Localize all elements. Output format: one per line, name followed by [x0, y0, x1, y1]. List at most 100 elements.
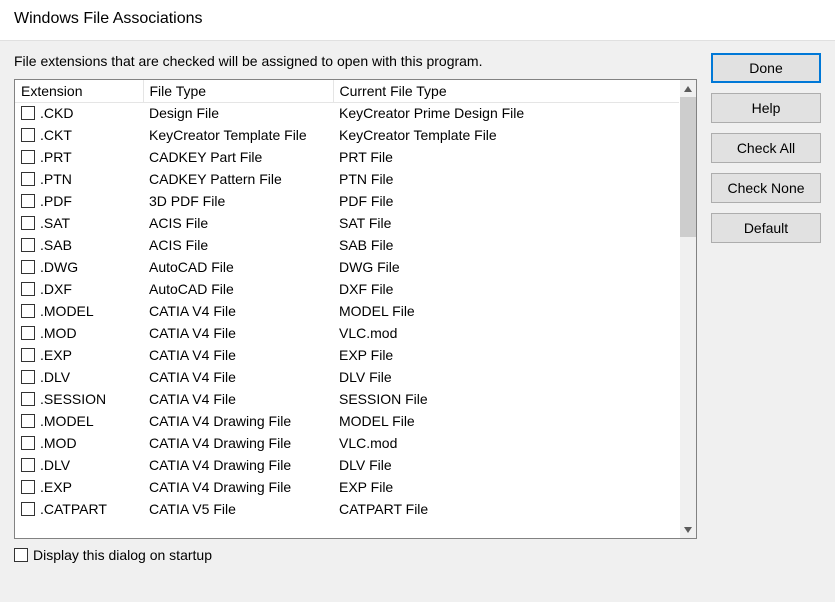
check-all-button[interactable]: Check All	[711, 133, 821, 163]
extension-text: .PDF	[40, 193, 72, 209]
current-file-type-text: SESSION File	[333, 388, 679, 410]
file-type-text: ACIS File	[143, 234, 333, 256]
current-file-type-text: KeyCreator Template File	[333, 124, 679, 146]
table-row[interactable]: .CKT KeyCreator Template FileKeyCreator T…	[15, 124, 679, 146]
current-file-type-text: DLV File	[333, 366, 679, 388]
file-type-text: CADKEY Part File	[143, 146, 333, 168]
extension-text: .PTN	[40, 171, 72, 187]
scroll-up-icon[interactable]	[680, 80, 696, 97]
current-file-type-text: PDF File	[333, 190, 679, 212]
row-checkbox[interactable]	[21, 282, 35, 296]
file-type-text: CATIA V4 File	[143, 344, 333, 366]
vertical-scrollbar[interactable]	[679, 80, 696, 538]
row-checkbox[interactable]	[21, 260, 35, 274]
table-row[interactable]: .PRT CADKEY Part FilePRT File	[15, 146, 679, 168]
row-checkbox[interactable]	[21, 194, 35, 208]
row-checkbox[interactable]	[21, 172, 35, 186]
extension-text: .MODEL	[40, 413, 94, 429]
row-checkbox[interactable]	[21, 326, 35, 340]
table-row[interactable]: .DWGAutoCAD FileDWG File	[15, 256, 679, 278]
check-none-button[interactable]: Check None	[711, 173, 821, 203]
table-row[interactable]: .SAB ACIS FileSAB File	[15, 234, 679, 256]
startup-checkbox[interactable]	[14, 548, 28, 562]
row-checkbox[interactable]	[21, 370, 35, 384]
current-file-type-text: PRT File	[333, 146, 679, 168]
dialog-title: Windows File Associations	[0, 0, 835, 40]
table-row[interactable]: .CKD Design FileKeyCreator Prime Design F…	[15, 102, 679, 124]
scroll-track[interactable]	[680, 97, 696, 521]
extension-text: .MOD	[40, 325, 77, 341]
table-row[interactable]: .MODCATIA V4 FileVLC.mod	[15, 322, 679, 344]
scroll-thumb[interactable]	[680, 97, 696, 237]
file-type-text: AutoCAD File	[143, 278, 333, 300]
extension-text: .SESSION	[40, 391, 106, 407]
column-header-file-type[interactable]: File Type	[143, 80, 333, 102]
scroll-down-icon[interactable]	[680, 521, 696, 538]
table-row[interactable]: .PTNCADKEY Pattern FilePTN File	[15, 168, 679, 190]
file-type-text: KeyCreator Template File	[143, 124, 333, 146]
file-type-text: Design File	[143, 102, 333, 124]
file-type-text: CATIA V4 File	[143, 388, 333, 410]
row-checkbox[interactable]	[21, 458, 35, 472]
file-type-text: 3D PDF File	[143, 190, 333, 212]
row-checkbox[interactable]	[21, 150, 35, 164]
table-row[interactable]: .PDF 3D PDF FilePDF File	[15, 190, 679, 212]
help-button[interactable]: Help	[711, 93, 821, 123]
extension-text: .PRT	[40, 149, 72, 165]
table-header-row: Extension File Type Current File Type	[15, 80, 679, 102]
extension-text: .CKT	[40, 127, 72, 143]
table-row[interactable]: .SATACIS FileSAT File	[15, 212, 679, 234]
table-row[interactable]: .DLVCATIA V4 Drawing FileDLV File	[15, 454, 679, 476]
table-row[interactable]: .MODCATIA V4 Drawing FileVLC.mod	[15, 432, 679, 454]
current-file-type-text: EXP File	[333, 344, 679, 366]
file-type-text: CATIA V4 File	[143, 366, 333, 388]
extension-text: .EXP	[40, 479, 72, 495]
row-checkbox[interactable]	[21, 480, 35, 494]
default-button[interactable]: Default	[711, 213, 821, 243]
table-row[interactable]: .EXPCATIA V4 Drawing FileEXP File	[15, 476, 679, 498]
dialog-body: File extensions that are checked will be…	[0, 40, 835, 602]
dialog-window: Windows File Associations File extension…	[0, 0, 835, 602]
current-file-type-text: CATPART File	[333, 498, 679, 520]
extension-text: .EXP	[40, 347, 72, 363]
file-type-text: ACIS File	[143, 212, 333, 234]
current-file-type-text: MODEL File	[333, 300, 679, 322]
row-checkbox[interactable]	[21, 128, 35, 142]
done-button[interactable]: Done	[711, 53, 821, 83]
table-row[interactable]: .DLV CATIA V4 FileDLV File	[15, 366, 679, 388]
table-row[interactable]: .SESSION CATIA V4 FileSESSION File	[15, 388, 679, 410]
current-file-type-text: SAB File	[333, 234, 679, 256]
button-panel: Done Help Check All Check None Default	[711, 53, 821, 563]
row-checkbox[interactable]	[21, 106, 35, 120]
column-header-current-file-type[interactable]: Current File Type	[333, 80, 679, 102]
current-file-type-text: DWG File	[333, 256, 679, 278]
extension-text: .DLV	[40, 457, 70, 473]
current-file-type-text: SAT File	[333, 212, 679, 234]
row-checkbox[interactable]	[21, 304, 35, 318]
extension-text: .SAB	[40, 237, 72, 253]
column-header-extension[interactable]: Extension	[15, 80, 143, 102]
extension-text: .DLV	[40, 369, 70, 385]
extension-text: .MOD	[40, 435, 77, 451]
table-row[interactable]: .MODELCATIA V4 FileMODEL File	[15, 300, 679, 322]
row-checkbox[interactable]	[21, 392, 35, 406]
file-type-text: CATIA V4 Drawing File	[143, 454, 333, 476]
startup-checkbox-label[interactable]: Display this dialog on startup	[33, 547, 212, 563]
current-file-type-text: DXF File	[333, 278, 679, 300]
extension-text: .CKD	[40, 105, 73, 121]
current-file-type-text: KeyCreator Prime Design File	[333, 102, 679, 124]
row-checkbox[interactable]	[21, 502, 35, 516]
table-row[interactable]: .CATPARTCATIA V5 FileCATPART File	[15, 498, 679, 520]
table-row[interactable]: .EXP CATIA V4 FileEXP File	[15, 344, 679, 366]
current-file-type-text: MODEL File	[333, 410, 679, 432]
row-checkbox[interactable]	[21, 414, 35, 428]
extension-text: .CATPART	[40, 501, 107, 517]
row-checkbox[interactable]	[21, 348, 35, 362]
row-checkbox[interactable]	[21, 216, 35, 230]
row-checkbox[interactable]	[21, 238, 35, 252]
table-row[interactable]: .DXFAutoCAD FileDXF File	[15, 278, 679, 300]
table-row[interactable]: .MODELCATIA V4 Drawing FileMODEL File	[15, 410, 679, 432]
current-file-type-text: EXP File	[333, 476, 679, 498]
extension-text: .DWG	[40, 259, 78, 275]
row-checkbox[interactable]	[21, 436, 35, 450]
